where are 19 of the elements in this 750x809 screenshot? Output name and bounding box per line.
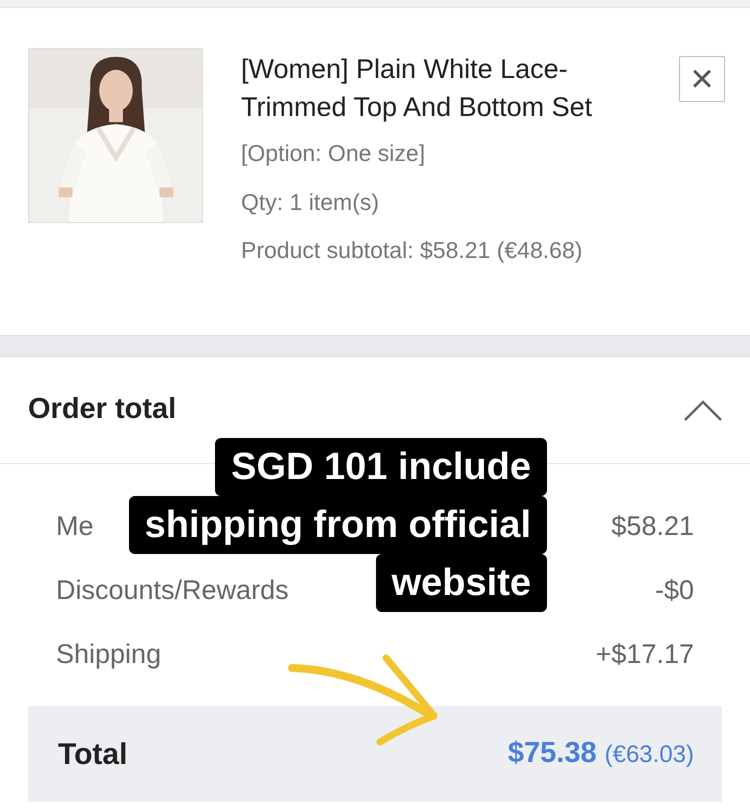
product-title[interactable]: [Women] Plain White Lace-Trimmed Top And Bottom Set	[241, 50, 641, 126]
summary-label: Me	[56, 510, 94, 543]
total-secondary-value: (€63.03)	[604, 740, 694, 770]
product-subtotal: Product subtotal: $58.21 (€48.68)	[241, 236, 584, 265]
caption-text: SGD 101 include	[215, 438, 547, 496]
summary-value: $58.21	[611, 510, 694, 543]
summary-label: Shipping	[56, 638, 162, 671]
product-option: [Option: One size]	[241, 136, 641, 170]
chevron-up-icon[interactable]	[684, 399, 722, 421]
summary-label: Discounts/Rewards	[56, 574, 289, 607]
remove-button[interactable]: ×	[679, 56, 725, 102]
order-total-title: Order total	[28, 392, 176, 428]
total-label: Total	[58, 736, 128, 772]
caption-text: shipping from official	[128, 496, 547, 554]
summary-value: -$0	[654, 574, 694, 607]
summary-value: +$17.17	[596, 638, 694, 671]
caption-text: website	[376, 554, 547, 612]
total-value: $75.38	[508, 736, 597, 772]
product-quantity: Qty: 1 item(s)	[241, 188, 380, 217]
